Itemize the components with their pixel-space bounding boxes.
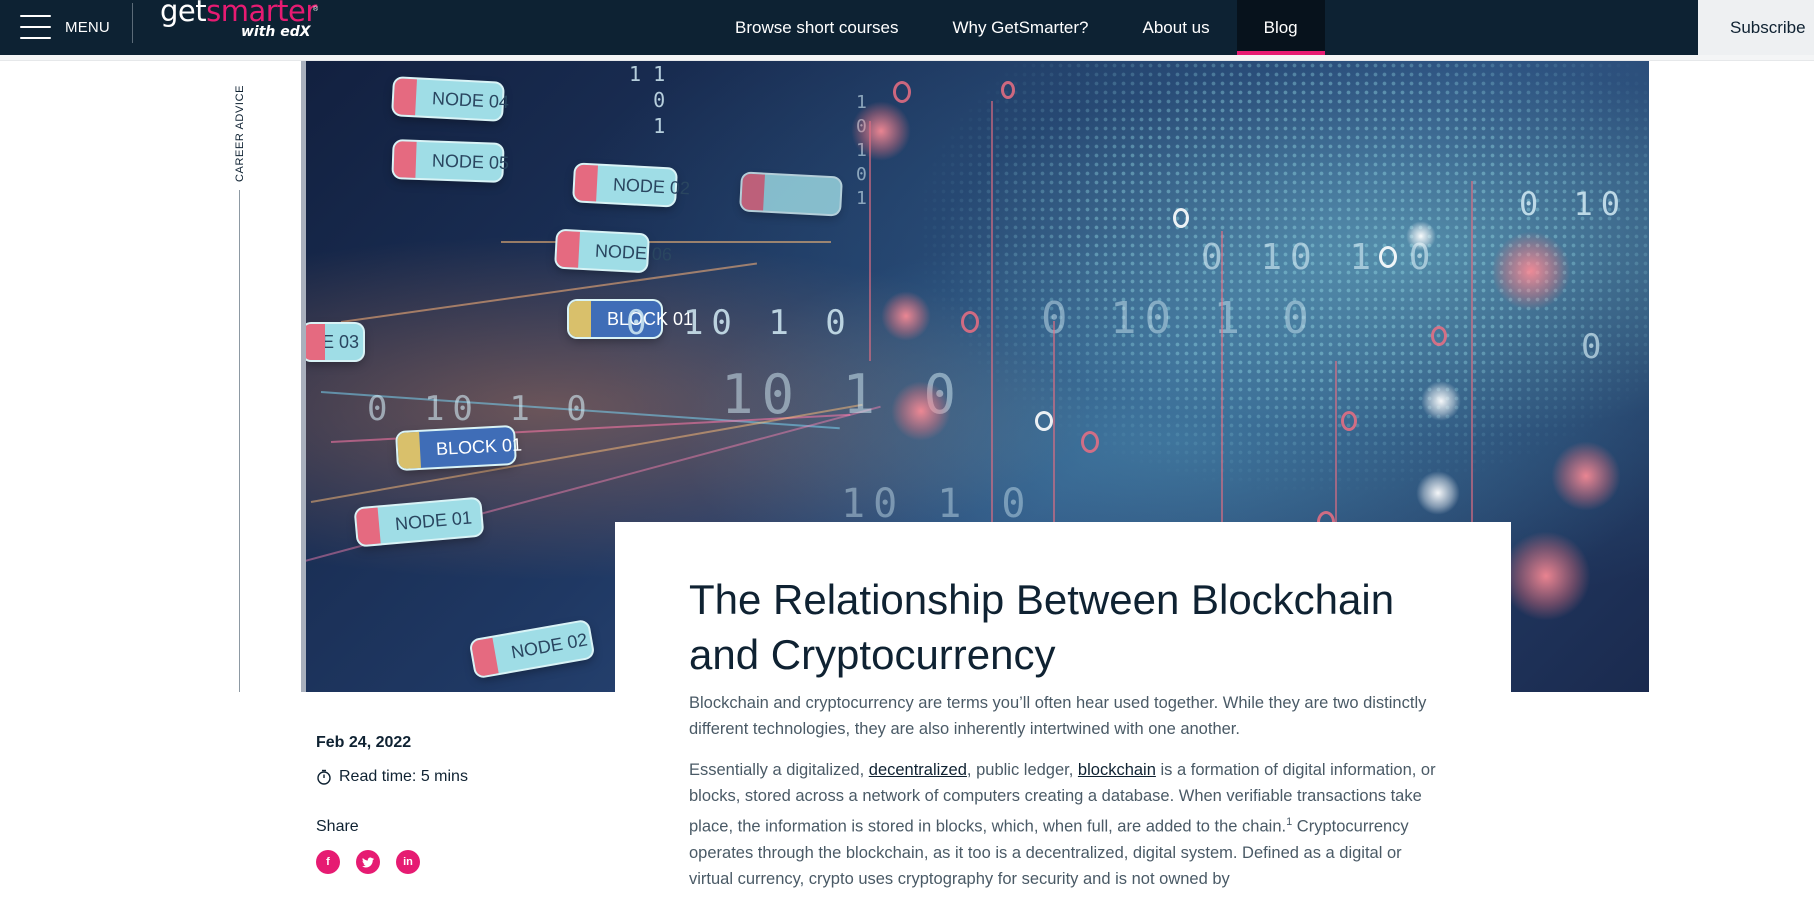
hero-node: NODE 06 xyxy=(556,230,672,272)
logo-subtitle: with edX xyxy=(241,24,311,40)
linkedin-icon[interactable]: in xyxy=(396,850,420,874)
hero-node: NODE 02 xyxy=(470,621,594,677)
hero-node-blurred xyxy=(741,173,841,215)
menu-label: MENU xyxy=(65,18,110,36)
blockchain-link[interactable]: blockchain xyxy=(1078,761,1156,779)
read-time: Read time: 5 mins xyxy=(316,768,468,786)
category-label[interactable]: CAREER ADVICE xyxy=(232,84,248,184)
nav-why-getsmarter[interactable]: Why GetSmarter? xyxy=(925,0,1115,55)
nav-browse-short-courses[interactable]: Browse short courses xyxy=(708,0,925,55)
hero-node: NODE 02 xyxy=(574,164,690,206)
decentralized-link[interactable]: decentralized xyxy=(869,761,967,779)
hero-glow xyxy=(851,101,911,161)
subscribe-button[interactable]: Subscribe xyxy=(1698,0,1814,55)
article-paragraph: Essentially a digitalized, decentralized… xyxy=(689,761,1436,888)
main-nav: Browse short courses Why GetSmarter? Abo… xyxy=(708,0,1325,55)
hero-edge xyxy=(301,61,306,692)
hero-ring xyxy=(1379,246,1397,268)
binary-digits: 0 10 1 0 xyxy=(1041,293,1317,344)
hero-node: NODE 05 xyxy=(393,141,509,181)
hero-ring xyxy=(1173,208,1189,228)
binary-digits: 0 10 xyxy=(1519,185,1629,223)
twitter-bird-glyph xyxy=(362,857,374,867)
binary-digits: 0 10 1 0 xyxy=(1201,237,1439,278)
top-navigation-bar: MENU getsmarter ® with edX Browse short … xyxy=(0,0,1814,55)
facebook-icon[interactable]: f xyxy=(316,850,340,874)
category-rule xyxy=(239,190,240,692)
publish-date: Feb 24, 2022 xyxy=(316,734,412,751)
binary-digits: 10 1 0 xyxy=(841,481,1034,527)
hero-glow xyxy=(1491,231,1571,311)
hero-node: NODE 01 xyxy=(355,498,483,546)
hero-ring xyxy=(893,81,911,103)
hero-ring xyxy=(961,311,979,333)
hero-glow xyxy=(881,291,931,341)
hero-glow xyxy=(1421,381,1461,421)
nav-about-us[interactable]: About us xyxy=(1116,0,1237,55)
hero-block: BLOCK 01 xyxy=(397,426,522,470)
binary-digits: 0 xyxy=(1581,327,1610,367)
hero-ring xyxy=(1081,431,1099,453)
hero-node: NODE 04 xyxy=(393,78,509,120)
binary-digits: 0 10 1 0 xyxy=(626,303,854,343)
hero-ring xyxy=(1341,411,1357,431)
stopwatch-icon xyxy=(317,769,331,785)
nav-blog[interactable]: Blog xyxy=(1236,0,1325,55)
header-divider xyxy=(132,3,133,43)
hero-vertical-line xyxy=(869,121,871,361)
hero-ring xyxy=(1431,326,1447,346)
hero-vertical-line xyxy=(1471,181,1473,541)
hero-glow xyxy=(1406,221,1436,251)
read-time-text: Read time: 5 mins xyxy=(339,768,468,785)
twitter-icon[interactable] xyxy=(356,850,380,874)
article-title: The Relationship Between Blockchain and … xyxy=(689,576,1395,678)
category-text: CAREER ADVICE xyxy=(234,84,246,182)
hero-glow xyxy=(1416,471,1460,515)
share-label: Share xyxy=(316,818,359,835)
hero-vertical-line xyxy=(991,101,993,571)
hero-glow xyxy=(1551,441,1621,511)
hero-ring xyxy=(1035,411,1053,431)
hamburger-icon xyxy=(20,15,51,39)
hero-ring xyxy=(1001,81,1015,99)
binary-digits: 1 1 0 1 xyxy=(629,62,666,138)
menu-button[interactable]: MENU xyxy=(20,10,110,44)
hero-glow xyxy=(1501,531,1591,621)
share-icons: f in xyxy=(316,850,420,874)
binary-digits: 0 10 1 0 xyxy=(367,389,595,429)
logo-registered-mark: ® xyxy=(313,6,319,13)
article-intro: Blockchain and cryptocurrency are terms … xyxy=(689,694,1427,738)
network-line xyxy=(501,241,831,243)
hero-node: DE 03 xyxy=(303,324,363,360)
getsmarter-logo[interactable]: getsmarter ® with edX xyxy=(160,0,330,45)
hero-glow xyxy=(891,381,951,441)
